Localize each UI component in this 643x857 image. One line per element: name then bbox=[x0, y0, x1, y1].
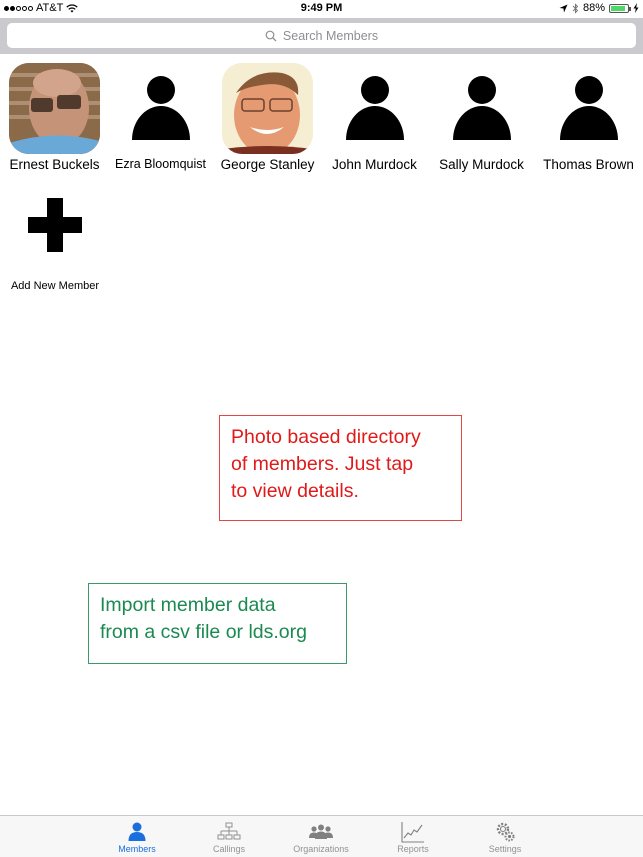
person-silhouette-icon bbox=[346, 76, 404, 140]
status-time: 9:49 PM bbox=[300, 2, 343, 14]
member-tile[interactable]: Thomas Brown bbox=[535, 63, 642, 172]
callout-line: Import member data bbox=[100, 594, 276, 616]
callout-line: to view details. bbox=[231, 480, 359, 502]
member-name: Sally Murdock bbox=[439, 157, 524, 172]
search-icon bbox=[265, 30, 277, 41]
member-photo bbox=[9, 63, 100, 154]
battery-level bbox=[611, 5, 626, 11]
member-name: John Murdock bbox=[332, 157, 417, 172]
add-member-button[interactable]: Add New Member bbox=[0, 198, 110, 292]
tab-reports[interactable]: Reports bbox=[368, 820, 458, 854]
person-silhouette-icon bbox=[132, 76, 190, 140]
member-name: Ezra Bloomquist bbox=[114, 157, 206, 171]
member-avatar bbox=[543, 63, 634, 154]
line-chart-icon bbox=[401, 822, 424, 843]
person-icon bbox=[128, 822, 146, 841]
tab-label: Callings bbox=[212, 844, 245, 854]
tab-bar: Members Callings Organizations Reports S… bbox=[0, 815, 643, 857]
callout-line: of members. Just tap bbox=[231, 453, 414, 475]
gears-icon bbox=[496, 822, 515, 842]
tab-label: Organizations bbox=[293, 844, 349, 854]
search-bar: Search Members bbox=[0, 18, 643, 54]
tab-callings[interactable]: Callings bbox=[184, 820, 274, 854]
member-name: Thomas Brown bbox=[543, 157, 634, 172]
status-bar: AT&T 9:49 PM 88% bbox=[0, 0, 643, 18]
tab-label: Members bbox=[118, 844, 156, 854]
member-tile[interactable]: John Murdock bbox=[321, 63, 428, 172]
add-member-label: Add New Member bbox=[10, 280, 100, 292]
member-avatar bbox=[115, 63, 206, 154]
feature-callout-directory: Photo based directory of members. Just t… bbox=[219, 415, 462, 521]
feature-callout-import: Import member data from a csv file or ld… bbox=[88, 583, 347, 664]
callout-line: from a csv file or lds.org bbox=[100, 621, 307, 643]
location-arrow-icon bbox=[559, 4, 568, 12]
person-silhouette-icon bbox=[453, 76, 511, 140]
tab-settings[interactable]: Settings bbox=[460, 820, 550, 854]
tab-label: Settings bbox=[488, 844, 522, 854]
portrait-image bbox=[9, 63, 100, 154]
member-tile[interactable]: George Stanley bbox=[214, 63, 321, 172]
battery-icon bbox=[609, 3, 631, 13]
battery-percent: 88% bbox=[582, 2, 605, 14]
member-avatar bbox=[436, 63, 527, 154]
status-right: 88% bbox=[559, 2, 639, 14]
member-name: George Stanley bbox=[220, 157, 315, 172]
member-name: Ernest Buckels bbox=[9, 157, 100, 172]
member-avatar bbox=[329, 63, 420, 154]
group-icon bbox=[309, 824, 333, 839]
callout-line: Photo based directory bbox=[231, 426, 421, 448]
member-tile[interactable]: Ezra Bloomquist bbox=[107, 63, 214, 171]
search-placeholder: Search Members bbox=[282, 28, 379, 43]
search-input[interactable]: Search Members bbox=[7, 23, 636, 48]
member-tile[interactable]: Sally Murdock bbox=[428, 63, 535, 172]
org-chart-icon bbox=[217, 822, 241, 840]
member-tile[interactable]: Ernest Buckels bbox=[1, 63, 108, 172]
plus-icon bbox=[28, 198, 82, 252]
tab-members[interactable]: Members bbox=[92, 820, 182, 854]
portrait-image bbox=[222, 63, 313, 154]
member-photo bbox=[222, 63, 313, 154]
bluetooth-icon bbox=[572, 2, 579, 14]
person-silhouette-icon bbox=[560, 76, 618, 140]
tab-label: Reports bbox=[397, 844, 429, 854]
tab-organizations[interactable]: Organizations bbox=[276, 820, 366, 854]
charging-bolt-icon bbox=[633, 3, 639, 13]
